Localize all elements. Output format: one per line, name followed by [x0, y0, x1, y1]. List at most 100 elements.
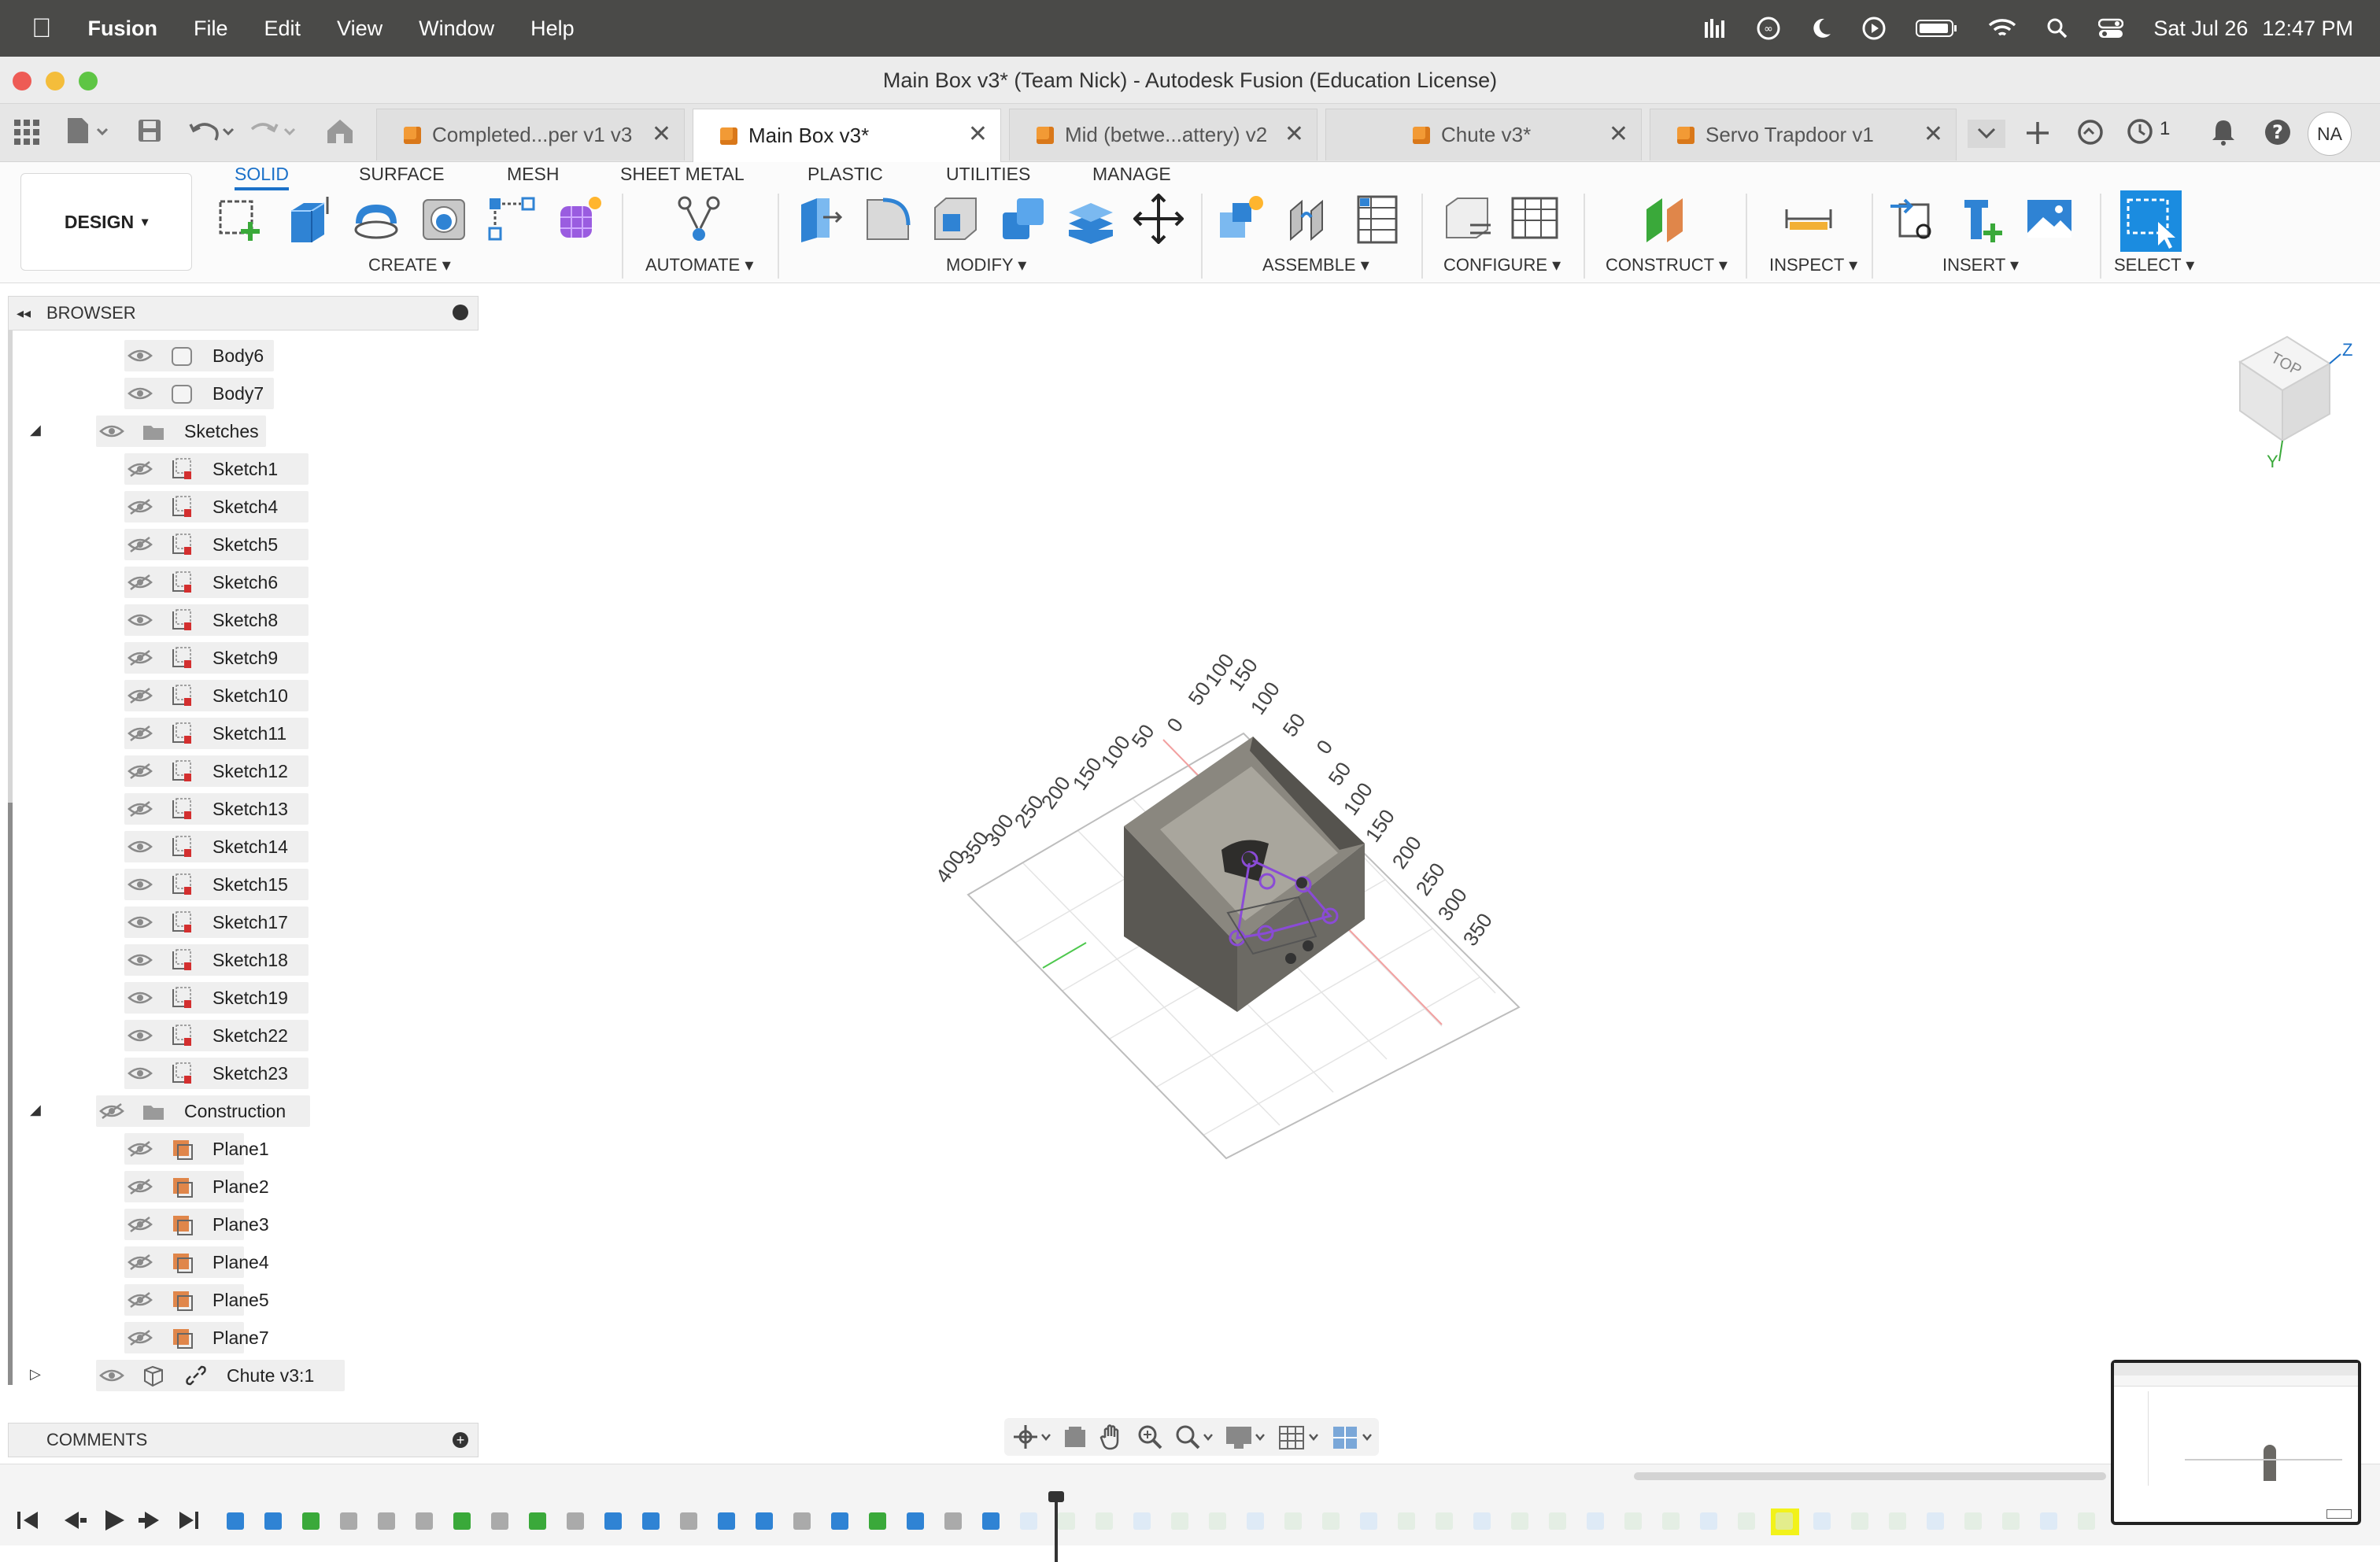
workspace-switcher[interactable]: DESIGN ▾	[20, 173, 192, 271]
thumbnail-button[interactable]	[2326, 1509, 2352, 1519]
menubar-date[interactable]: Sat Jul 26	[2153, 17, 2248, 41]
close-tab-icon[interactable]: ✕	[652, 120, 671, 148]
zoom-icon[interactable]	[1136, 1424, 1163, 1450]
tree-item-plane[interactable]: Plane7	[124, 1322, 269, 1353]
zoom-window-button[interactable]	[79, 72, 98, 90]
group-construct[interactable]: CONSTRUCT ▾	[1606, 255, 1728, 275]
fit-zoom-icon[interactable]	[1174, 1424, 1214, 1450]
close-tab-icon[interactable]: ✕	[1609, 120, 1628, 148]
close-tab-icon[interactable]: ✕	[1284, 120, 1304, 148]
viewports-icon[interactable]	[1332, 1424, 1374, 1450]
timeline-marker-handle[interactable]	[1048, 1491, 1064, 1502]
tree-folder-construction[interactable]: Construction	[96, 1095, 310, 1127]
visibility-eye-hidden-icon[interactable]	[128, 688, 153, 703]
tab-mid[interactable]: Mid (betwe...attery) v2 ✕	[1009, 109, 1318, 161]
menu-help[interactable]: Help	[530, 17, 575, 41]
visibility-eye-hidden-icon[interactable]	[128, 1141, 153, 1157]
measure-icon[interactable]	[1783, 194, 1834, 244]
tab-manage[interactable]: MANAGE	[1092, 162, 1171, 190]
collapse-arrow-icon[interactable]: ◢	[30, 422, 41, 438]
apple-icon[interactable]: 	[31, 13, 52, 44]
menu-view[interactable]: View	[337, 17, 382, 41]
comments-header[interactable]: COMMENTS +	[8, 1423, 479, 1457]
close-tab-icon[interactable]: ✕	[1924, 120, 1943, 148]
visibility-eye-hidden-icon[interactable]	[128, 537, 153, 552]
timeline-scrollbar[interactable]	[1634, 1472, 2106, 1480]
tree-item-sketch[interactable]: Sketch23	[124, 1058, 309, 1089]
visibility-eye-icon[interactable]	[128, 914, 153, 930]
tree-folder-sketches[interactable]: Sketches	[96, 415, 266, 447]
browser-header[interactable]: ◂◂ BROWSER	[8, 296, 479, 330]
visibility-eye-hidden-icon[interactable]	[128, 499, 153, 515]
menu-window[interactable]: Window	[419, 17, 494, 41]
tree-item-sketch[interactable]: Sketch5	[124, 529, 309, 560]
revolve-icon[interactable]	[351, 194, 401, 244]
create-form-icon[interactable]	[554, 194, 604, 244]
tree-item-sketch[interactable]: Sketch8	[124, 604, 309, 636]
visibility-eye-icon[interactable]	[128, 877, 153, 892]
pan-hand-icon[interactable]	[1099, 1424, 1125, 1450]
visibility-eye-hidden-icon[interactable]	[128, 574, 153, 590]
tab-utilities[interactable]: UTILITIES	[946, 162, 1030, 190]
file-menu-icon[interactable]	[66, 116, 109, 145]
visibility-eye-hidden-icon[interactable]	[99, 1103, 124, 1119]
close-tab-icon[interactable]: ✕	[968, 120, 988, 148]
look-at-icon[interactable]	[1062, 1424, 1088, 1450]
tree-item-plane[interactable]: Plane5	[124, 1284, 269, 1316]
tree-item-sketch[interactable]: Sketch11	[124, 718, 309, 749]
battery-icon[interactable]	[1916, 18, 1958, 39]
shell-icon[interactable]	[930, 194, 981, 244]
data-panel-sync-icon[interactable]	[2076, 118, 2105, 146]
tree-item-sketch[interactable]: Sketch19	[124, 982, 309, 1014]
tree-item-body[interactable]: Body7	[124, 378, 274, 409]
tree-item-sketch[interactable]: Sketch4	[124, 491, 309, 523]
tree-item-sketch[interactable]: Sketch15	[124, 869, 309, 900]
hole-icon[interactable]	[419, 194, 469, 244]
home-icon[interactable]	[326, 118, 354, 145]
joint-icon[interactable]	[1284, 194, 1335, 244]
tab-sheet-metal[interactable]: SHEET METAL	[620, 162, 745, 190]
bill-of-materials-icon[interactable]	[1352, 194, 1402, 244]
activity-monitor-icon[interactable]	[1703, 17, 1727, 39]
browser-minimize-icon[interactable]	[453, 305, 468, 320]
menu-file[interactable]: File	[194, 17, 228, 41]
job-status-clock-icon[interactable]	[2127, 118, 2153, 145]
insert-mcmaster-icon[interactable]	[1957, 194, 2007, 244]
add-comment-icon[interactable]: +	[453, 1432, 468, 1448]
select-icon[interactable]	[2120, 190, 2182, 252]
tree-item-sketch[interactable]: Sketch1	[124, 453, 309, 485]
orbit-icon[interactable]	[1012, 1424, 1051, 1450]
split-body-icon[interactable]	[1066, 194, 1116, 244]
visibility-eye-hidden-icon[interactable]	[128, 763, 153, 779]
create-sketch-icon[interactable]	[216, 194, 266, 244]
visibility-eye-icon[interactable]	[128, 952, 153, 968]
wifi-icon[interactable]	[1988, 17, 2016, 39]
tree-item-sketch[interactable]: Sketch22	[124, 1020, 309, 1051]
visibility-eye-icon[interactable]	[128, 348, 153, 364]
redo-icon[interactable]	[250, 118, 298, 143]
group-insert[interactable]: INSERT ▾	[1942, 255, 2019, 275]
press-pull-icon[interactable]	[795, 194, 845, 244]
group-automate[interactable]: AUTOMATE ▾	[645, 255, 753, 275]
collapse-browser-icon[interactable]: ◂◂	[17, 297, 31, 330]
visibility-eye-icon[interactable]	[99, 423, 124, 439]
tree-item-plane[interactable]: Plane3	[124, 1209, 269, 1240]
visibility-eye-hidden-icon[interactable]	[128, 1217, 153, 1232]
user-avatar[interactable]: NA	[2308, 112, 2352, 156]
undo-icon[interactable]	[189, 118, 236, 143]
tree-item-sketch[interactable]: Sketch17	[124, 907, 309, 938]
expand-arrow-icon[interactable]: ▷	[30, 1366, 41, 1383]
group-create[interactable]: CREATE ▾	[368, 255, 451, 275]
new-component-icon[interactable]	[1217, 194, 1267, 244]
tab-servo-trapdoor[interactable]: Servo Trapdoor v1 ✕	[1650, 109, 1957, 161]
notifications-bell-icon[interactable]	[2210, 118, 2237, 146]
menu-app[interactable]: Fusion	[88, 17, 158, 41]
visibility-eye-icon[interactable]	[128, 612, 153, 628]
configure-design-icon[interactable]	[1442, 194, 1492, 244]
close-window-button[interactable]	[13, 72, 31, 90]
combine-icon[interactable]	[998, 194, 1048, 244]
group-select[interactable]: SELECT ▾	[2114, 255, 2194, 275]
infinity-icon[interactable]: ∞	[1757, 17, 1780, 40]
visibility-eye-hidden-icon[interactable]	[128, 801, 153, 817]
offset-plane-icon[interactable]	[1640, 194, 1691, 244]
